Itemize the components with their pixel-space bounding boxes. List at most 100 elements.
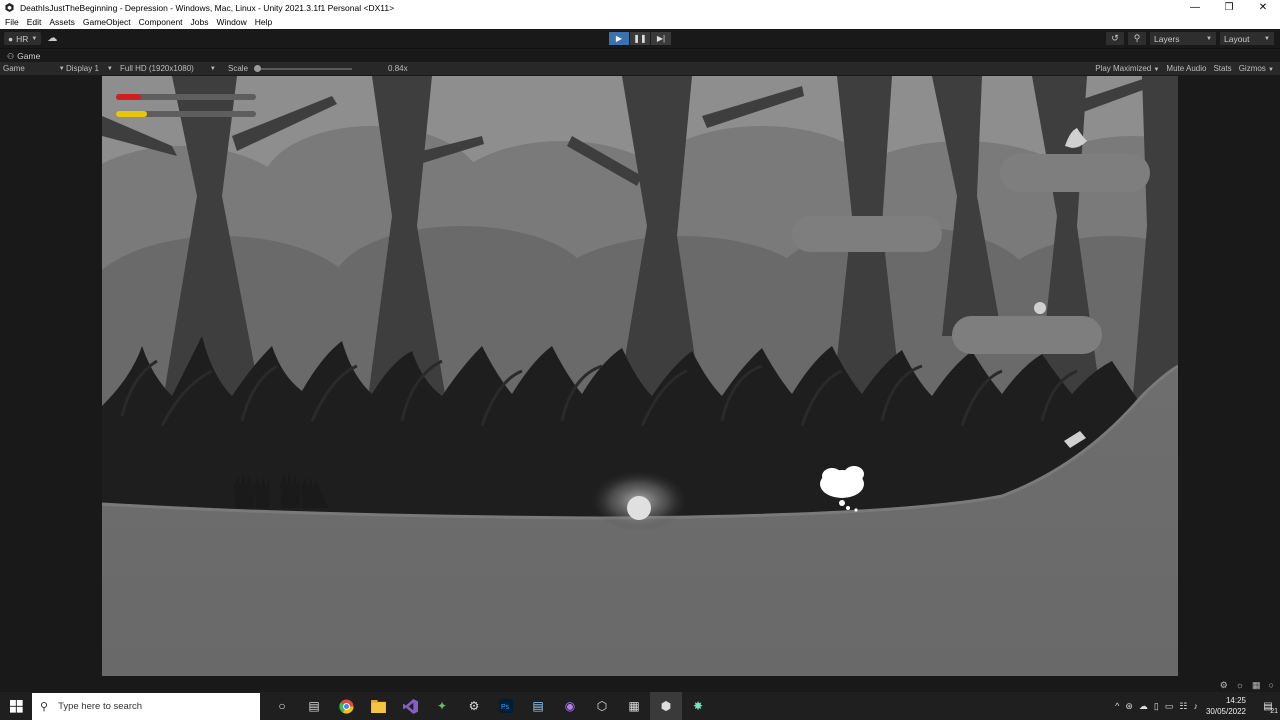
resolution-dropdown[interactable]: Full HD (1920x1080) ▼ [120,62,216,75]
wifi-icon[interactable]: ☷ [1179,701,1187,712]
network-share-icon[interactable]: ⊛ [1125,701,1133,712]
chevron-down-icon: ▼ [1264,35,1270,42]
menu-component[interactable]: Component [139,17,183,27]
chrome-icon[interactable] [330,692,362,720]
notification-count: 21 [1270,708,1278,715]
player-orb [627,496,651,520]
main-toolbar: ● HR ▼ ☁ ▶ ❚❚ ▶| ↺ ⚲ Layers ▼ Layout ▼ [0,29,1280,48]
play-button[interactable]: ▶ [609,32,629,45]
menu-gameobject[interactable]: GameObject [83,17,131,27]
task-view-icon[interactable]: ▤ [298,692,330,720]
status-bar: ⚙ ☼ ▦ ○ [0,678,1280,692]
pause-button[interactable]: ❚❚ [630,32,650,45]
file-explorer-icon[interactable] [362,692,394,720]
unity-hub-icon[interactable]: ⬡ [586,692,618,720]
notepad-icon[interactable]: ▤ [522,692,554,720]
history-button[interactable]: ↺ [1106,32,1124,45]
play-maximized-dropdown[interactable]: Play Maximized ▼ [1095,64,1159,73]
system-tray: ^ ⊛ ☁ ▯ ▭ ☷ ♪ 14:25 30/05/2022 ▤ 21 [1115,692,1280,720]
menu-jobs[interactable]: Jobs [191,17,209,27]
scale-slider-knob[interactable] [254,64,262,72]
step-button[interactable]: ▶| [651,32,671,45]
tab-game-label: Game [17,51,41,61]
account-icon: ● [8,33,14,44]
calculator-icon[interactable]: ▦ [618,692,650,720]
github-desktop-icon[interactable]: ◉ [554,692,586,720]
clock-date: 30/05/2022 [1205,707,1246,716]
start-button[interactable] [0,692,32,720]
taskbar-search[interactable]: ⚲ Type here to search [32,693,260,720]
menu-file[interactable]: File [5,17,19,27]
stamina-bar [116,111,256,117]
gizmos-dropdown[interactable]: Gizmos ▼ [1239,64,1274,73]
layout-dropdown[interactable]: Layout ▼ [1220,32,1274,45]
progress-icon[interactable]: ○ [1269,680,1274,691]
layers-dropdown[interactable]: Layers ▼ [1150,32,1216,45]
history-icon: ↺ [1111,33,1119,43]
display-label: Display 1 [66,64,99,73]
scale-value: 0.84x [388,64,408,73]
close-icon[interactable]: ✕ [1246,0,1280,15]
stats-toggle[interactable]: Stats [1213,64,1231,73]
health-bar-fill [116,94,142,100]
pinwheel-icon[interactable]: ✸ [682,692,714,720]
menu-edit[interactable]: Edit [27,17,42,27]
scale-slider[interactable] [254,64,353,72]
unity-icon[interactable]: ⬢ [650,692,682,720]
cache-icon[interactable]: ▦ [1252,680,1261,691]
cloud-icon[interactable]: ☁ [47,33,57,44]
layout-label: Layout [1224,33,1250,44]
svg-text:Ps: Ps [501,704,510,711]
play-maximized-label: Play Maximized [1095,64,1152,73]
unity-logo-icon [4,3,14,13]
sourcetree-icon[interactable]: ✦ [426,692,458,720]
resolution-label: Full HD (1920x1080) [120,64,194,73]
health-bar [116,94,256,100]
minimize-icon[interactable]: — [1178,0,1212,15]
pickup-item [1034,302,1046,314]
chevron-down-icon: ▼ [209,65,216,72]
chevron-up-icon[interactable]: ^ [1115,701,1119,712]
view-dropdown[interactable]: Game ▼ [3,62,65,75]
photoshop-icon[interactable]: Ps [490,692,522,720]
pause-icon: ❚❚ [633,34,647,43]
cloud-icon[interactable]: ☁ [1139,701,1148,712]
settings-icon[interactable]: ⚙ [458,692,490,720]
game-viewport[interactable] [102,76,1178,676]
search-button[interactable]: ⚲ [1128,32,1146,45]
notification-button[interactable]: ▤ 21 [1256,692,1280,720]
debug-icon[interactable]: ⚙ [1220,680,1228,691]
platform [792,216,942,252]
account-label: HR [16,33,29,44]
lighting-icon[interactable]: ☼ [1236,680,1244,691]
display-dropdown[interactable]: Display 1 ▼ [66,62,113,75]
battery-icon[interactable]: ▯ [1154,701,1159,712]
menu-window[interactable]: Window [217,17,247,27]
visual-studio-icon[interactable] [394,692,426,720]
account-dropdown[interactable]: ● HR ▼ [4,32,42,45]
scale-control: Scale 0.84x [228,62,408,75]
chevron-down-icon: ▼ [58,65,65,72]
title-bar: DeathIsJustTheBeginning - Depression - W… [0,0,1280,15]
cortana-icon[interactable]: ○ [266,692,298,720]
volume-icon[interactable]: ♪ [1193,701,1198,712]
chevron-down-icon: ▼ [31,35,38,42]
clock[interactable]: 14:25 30/05/2022 [1206,695,1246,717]
tab-game[interactable]: ⚇ Game [3,49,44,63]
scale-label: Scale [228,64,249,73]
taskbar-apps: ○ ▤ ✦ ⚙ Ps ▤ ◉ ⬡ ▦ ⬢ ✸ [266,692,714,720]
windows-icon [9,699,23,713]
menu-help[interactable]: Help [255,17,272,27]
game-scene [102,76,1178,676]
menu-assets[interactable]: Assets [49,17,75,27]
mute-audio-toggle[interactable]: Mute Audio [1166,64,1206,73]
restore-icon[interactable]: ❐ [1212,0,1246,15]
tab-bar: ⚇ Game [0,48,1280,62]
chevron-down-icon: ▼ [1153,67,1160,73]
platform [952,316,1102,354]
chevron-down-icon: ▼ [1268,67,1274,73]
display-icon[interactable]: ▭ [1165,701,1174,712]
chevron-down-icon: ▼ [1206,35,1212,42]
layers-label: Layers [1154,33,1180,44]
stamina-bar-fill [116,111,147,117]
